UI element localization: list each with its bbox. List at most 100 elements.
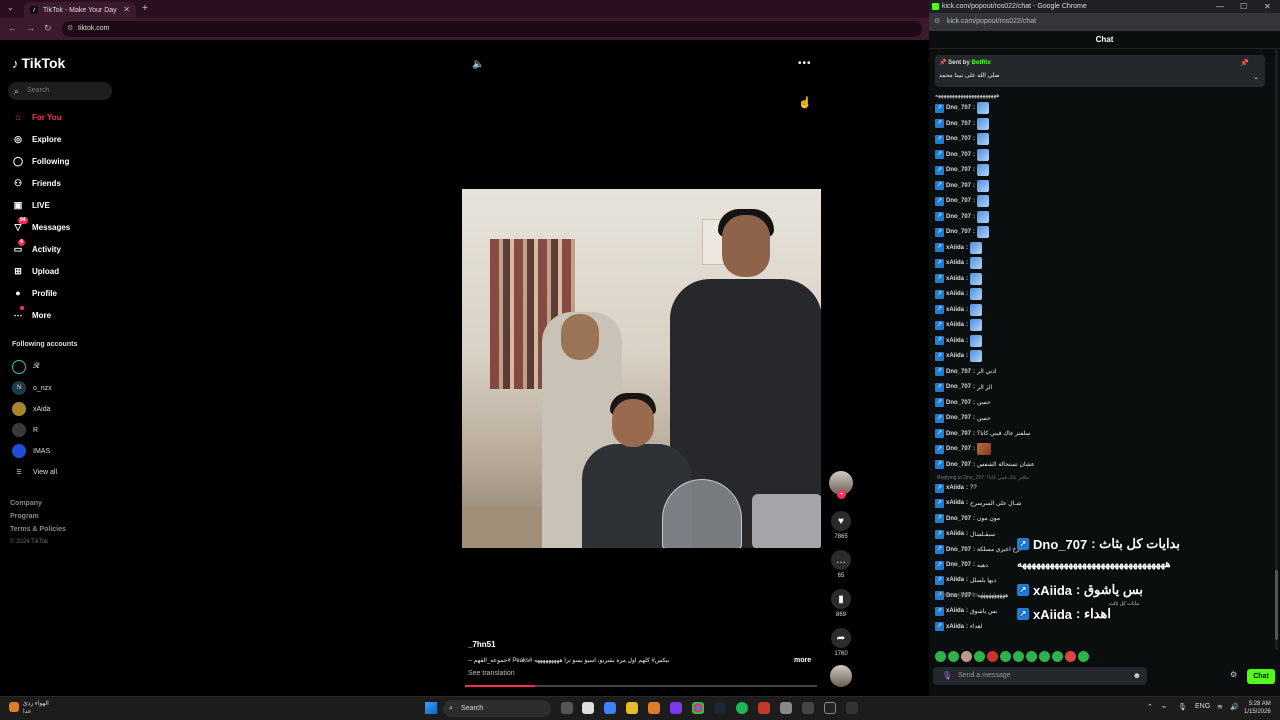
emote-icon[interactable] (1013, 651, 1024, 662)
chat-username[interactable]: xAiida (946, 353, 964, 359)
chat-message[interactable]: ↗ Dno_707: دهيه (935, 559, 988, 571)
chat-message[interactable]: ↗ Dno_707: ارح اعيري مسلكة (935, 544, 1021, 556)
emoji-icon[interactable]: ☻ (1133, 667, 1141, 685)
pinned-message[interactable]: 📌 Sent by BotRix صلى الله على نبينا محمد… (935, 55, 1265, 87)
chrome-icon[interactable] (692, 702, 704, 714)
emote-icon[interactable] (1039, 651, 1050, 662)
chat-message[interactable]: ↗ Dno_707: (935, 443, 992, 455)
send-chat-button[interactable]: Chat (1247, 669, 1275, 684)
nav-for-you[interactable]: ⌂ For You (12, 110, 61, 124)
chat-message[interactable]: ↗ Dno_707: (935, 133, 990, 145)
chat-message[interactable]: ↗ xAiida: (935, 303, 983, 316)
creator-avatar[interactable]: + (828, 471, 854, 499)
account-item[interactable]: N o_nzx (12, 381, 52, 395)
app-icon[interactable] (758, 702, 770, 714)
emote-icon[interactable] (1026, 651, 1037, 662)
nav-profile[interactable]: ● Profile (12, 286, 57, 300)
chat-message[interactable]: ↗ Dno_707: (935, 164, 990, 176)
chat-username[interactable]: xAiida (946, 260, 964, 266)
app-icon[interactable] (846, 702, 858, 714)
chevron-down-icon[interactable]: ⌄ (1253, 73, 1259, 81)
wifi-icon[interactable]: ≋ (1217, 703, 1223, 711)
address-bar[interactable]: ⚙ kick.com/popout/ros022/chat (929, 13, 1280, 31)
more-link[interactable]: more (794, 657, 811, 664)
chat-scrollbar[interactable] (1275, 50, 1278, 650)
account-item[interactable]: IMAS (12, 444, 50, 458)
chat-username[interactable]: Dno_707 (946, 198, 971, 204)
chat-message[interactable]: ↗ xAiida: بس ياشوق (935, 605, 997, 617)
view-all-link[interactable]: ☰ View all (12, 465, 57, 479)
chevron-up-icon[interactable]: ⌃ (1147, 703, 1153, 711)
chat-message[interactable]: ↗ Dno_707: الر الر (935, 381, 992, 393)
chat-username[interactable]: Dno_707 (946, 562, 971, 568)
chat-username[interactable]: xAiida (946, 307, 964, 313)
chat-username[interactable]: xAiida (946, 624, 964, 630)
microphone-icon[interactable]: 🎙 (942, 667, 952, 685)
nav-explore[interactable]: ◎ Explore (12, 132, 61, 146)
chat-username[interactable]: xAiida (946, 608, 964, 614)
see-translation-link[interactable]: See translation (468, 670, 515, 677)
search-input[interactable]: ⌕ Search (8, 82, 112, 100)
system-clock[interactable]: 5:28 AM 1/15/2026 (1244, 700, 1271, 716)
task-view-icon[interactable] (561, 702, 573, 714)
account-item[interactable]: 𝓡 (12, 360, 40, 374)
chat-message[interactable]: ↗ Dno_707: (935, 117, 990, 130)
chat-message[interactable]: ↗ xAiida: ديها بلسلل (935, 574, 996, 586)
chat-username[interactable]: xAiida (946, 485, 964, 491)
scrollbar-thumb[interactable] (1275, 570, 1278, 640)
address-bar[interactable]: ⚙ tiktok.com (62, 21, 922, 37)
chat-username[interactable]: xAiida (946, 276, 964, 282)
chat-message[interactable]: ↗ Dno_707: حسن (935, 397, 991, 409)
video-author[interactable]: _7hn51 (468, 640, 496, 649)
site-info-icon[interactable]: ⚙ (67, 21, 73, 37)
site-info-icon[interactable]: ⚙ (934, 13, 940, 31)
share-button[interactable]: ➦ 1760 (828, 628, 854, 657)
chat-username[interactable]: Dno_707 (946, 384, 971, 390)
chat-message[interactable]: ↗ xAiida: (935, 257, 983, 269)
chat-message[interactable]: ↗ xAiida: (935, 350, 983, 362)
footer-company[interactable]: Company (10, 500, 42, 507)
new-tab-icon[interactable]: + (142, 3, 148, 14)
windows-start-icon[interactable] (425, 702, 437, 714)
video-player[interactable] (462, 189, 821, 548)
chat-message[interactable]: ↗ Dno_707: سلفتر عاك فيني كاتا؟ (935, 428, 1030, 440)
chat-message[interactable]: ↗ Dno_707: اذني الر (935, 366, 997, 378)
chat-message[interactable]: ↗ xAiida: اهداء (935, 621, 982, 633)
file-explorer-icon[interactable] (626, 702, 638, 714)
forward-icon[interactable]: → (26, 23, 35, 33)
volume-icon[interactable]: 🔈 (472, 59, 484, 70)
chat-username[interactable]: xAiida (946, 338, 964, 344)
nav-messages[interactable]: ▽ 94 Messages (12, 217, 70, 234)
spotify-icon[interactable] (736, 702, 748, 714)
chat-username[interactable]: Dno_707 (946, 431, 971, 437)
close-tab-icon[interactable]: ✕ (123, 5, 130, 14)
chat-username[interactable]: Dno_707 (946, 121, 971, 127)
footer-program[interactable]: Program (10, 513, 39, 520)
chat-message[interactable]: ↗ Dno_707: (935, 179, 990, 192)
chat-username[interactable]: xAiida (946, 245, 964, 251)
chat-username[interactable]: Dno_707 (946, 516, 971, 522)
app-icon[interactable] (604, 702, 616, 714)
chat-username[interactable]: Dno_707 (946, 105, 971, 111)
chat-username[interactable]: xAiida (946, 291, 964, 297)
account-item[interactable]: R (12, 423, 38, 437)
nav-friends[interactable]: ⚇ Friends (12, 176, 61, 190)
emote-icon[interactable] (1000, 651, 1011, 662)
nav-following[interactable]: ◯ Following (12, 154, 69, 168)
app-icon[interactable] (648, 702, 660, 714)
chat-message[interactable]: ↗ xAiida: (935, 272, 983, 285)
tab-search-icon[interactable]: ⌄ (7, 3, 14, 12)
chat-username[interactable]: Dno_707 (946, 446, 971, 452)
chat-username[interactable]: xAiida (946, 322, 964, 328)
chat-message[interactable]: ↗ Dno_707: عشان تستحالة الشفس (935, 459, 1035, 471)
like-button[interactable]: ♥ 7865 (828, 511, 854, 540)
volume-icon[interactable]: 🔊 (1230, 703, 1239, 711)
chat-username[interactable]: Dno_707 (946, 369, 971, 375)
weather-widget[interactable]: الهواء ردئ غدا (9, 700, 49, 716)
chat-username[interactable]: Dno_707 (946, 167, 971, 173)
minimize-icon[interactable]: — (1216, 0, 1224, 13)
emote-icon[interactable] (987, 651, 998, 662)
chat-message[interactable]: ↗ xAiida: (935, 334, 983, 347)
music-disc[interactable] (828, 665, 854, 687)
app-icon[interactable] (780, 702, 792, 714)
